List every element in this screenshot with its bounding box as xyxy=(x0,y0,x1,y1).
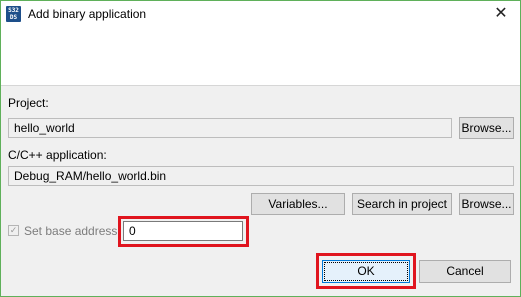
close-icon[interactable]: ✕ xyxy=(492,5,510,23)
add-binary-application-dialog: S32 DS Add binary application ✕ Project:… xyxy=(0,0,521,297)
base-address-highlight xyxy=(118,216,249,247)
project-field[interactable]: hello_world xyxy=(8,118,452,138)
application-browse-button[interactable]: Browse... xyxy=(459,193,514,215)
project-browse-button[interactable]: Browse... xyxy=(459,117,514,139)
application-label: C/C++ application: xyxy=(8,148,107,162)
dialog-title: Add binary application xyxy=(28,7,147,21)
project-label: Project: xyxy=(8,96,49,110)
application-field[interactable]: Debug_RAM/hello_world.bin xyxy=(8,166,514,186)
variables-button[interactable]: Variables... xyxy=(251,193,345,215)
set-base-address-checkbox[interactable]: ✓ xyxy=(8,225,19,236)
ok-button-highlight xyxy=(316,253,416,289)
search-in-project-button[interactable]: Search in project xyxy=(352,193,452,215)
cancel-button[interactable]: Cancel xyxy=(419,260,511,283)
set-base-address-label: Set base address: xyxy=(24,224,121,238)
title-bar: S32 DS Add binary application ✕ xyxy=(1,1,520,29)
dialog-header-area xyxy=(1,29,520,86)
s32ds-app-icon: S32 DS xyxy=(6,6,21,22)
